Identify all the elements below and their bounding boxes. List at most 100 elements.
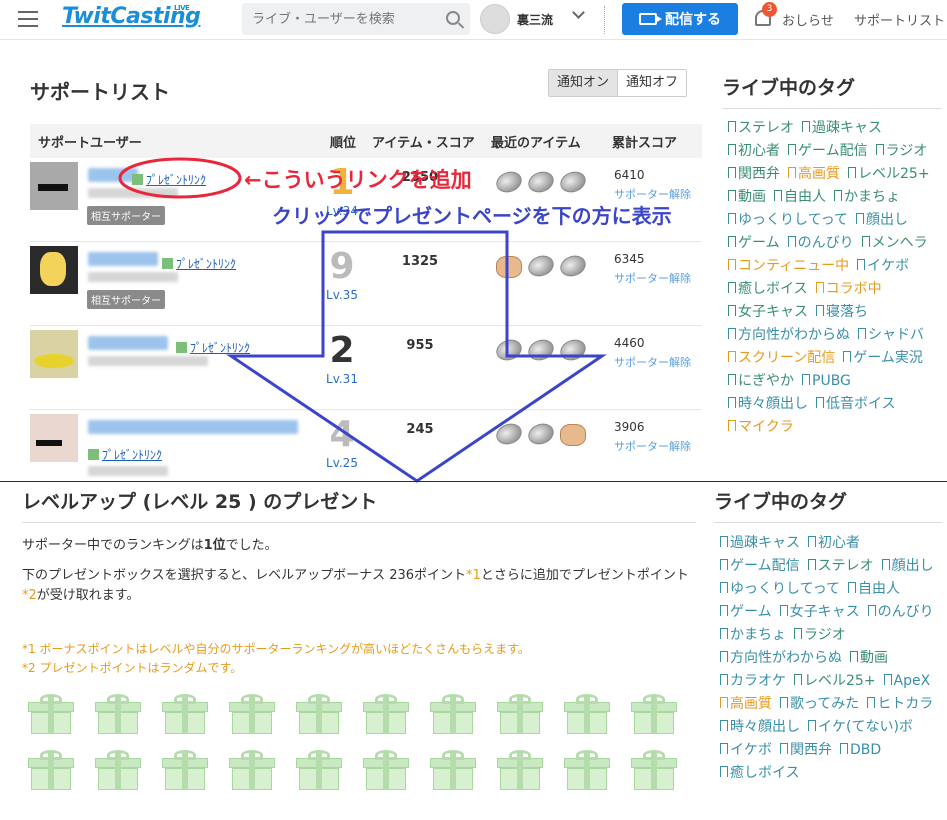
tag-link[interactable]: ゲーム実況 (843, 347, 923, 370)
avatar[interactable] (30, 162, 78, 210)
tag-link[interactable]: 過疎キャス (802, 117, 882, 140)
unsupport-link[interactable]: サポーター解除 (614, 270, 691, 286)
present-box[interactable] (162, 748, 208, 790)
present-link[interactable]: ﾌﾟﾚｾﾞﾝﾄﾘﾝｸ (102, 448, 162, 462)
present-box[interactable] (229, 692, 275, 734)
tag-link[interactable]: ゲーム配信 (720, 555, 800, 578)
tag-link[interactable]: イケボ (857, 255, 909, 278)
present-box[interactable] (296, 748, 342, 790)
tag-link[interactable]: のんびり (868, 601, 934, 624)
tag-link[interactable]: スクリーン配信 (728, 347, 835, 370)
tag-link[interactable]: 初心者 (728, 140, 780, 163)
tag-link[interactable]: DBD (840, 739, 881, 762)
username[interactable]: 裏三流 (517, 11, 553, 28)
tag-link[interactable]: 自由人 (774, 186, 826, 209)
tag-link[interactable]: 癒しボイス (728, 278, 808, 301)
tag-link[interactable]: 女子キャス (728, 301, 808, 324)
tag-link[interactable]: レベル25+ (794, 670, 876, 693)
search-icon[interactable] (446, 11, 460, 25)
tag-link[interactable]: 方向性がわからぬ (728, 324, 850, 347)
tag-link[interactable]: ApeX (884, 670, 931, 693)
broadcast-button[interactable]: 配信する (622, 3, 738, 35)
tag-link[interactable]: 関西弁 (728, 163, 780, 186)
tag-link[interactable]: ラジオ (794, 624, 846, 647)
tag-link[interactable]: 癒しボイス (720, 762, 800, 785)
present-box[interactable] (363, 692, 409, 734)
avatar[interactable] (30, 414, 78, 462)
tag-link[interactable]: ゲーム配信 (788, 140, 868, 163)
tag-link[interactable]: 高画質 (720, 693, 772, 716)
tag-link[interactable]: ゆっくりしてって (720, 578, 840, 601)
present-box[interactable] (363, 748, 409, 790)
present-link[interactable]: ﾌﾟﾚｾﾞﾝﾄﾘﾝｸ (176, 257, 236, 271)
tag-link[interactable]: 歌ってみた (780, 693, 859, 716)
notify-off-button[interactable]: 通知オフ (618, 70, 686, 96)
tag-link[interactable]: かまちょ (720, 624, 786, 647)
notify-on-button[interactable]: 通知オン (549, 70, 619, 96)
tag-link[interactable]: 方向性がわからぬ (720, 647, 842, 670)
tag-link[interactable]: 動画 (728, 186, 766, 209)
avatar[interactable] (30, 246, 78, 294)
tag-link[interactable]: 顔出し (882, 555, 934, 578)
tag-link[interactable]: 自由人 (848, 578, 900, 601)
present-box[interactable] (28, 692, 74, 734)
user-name[interactable] (88, 252, 158, 266)
avatar[interactable] (30, 330, 78, 378)
tag-link[interactable]: 過疎キャス (720, 532, 800, 555)
tag-link[interactable]: ゲーム (720, 601, 772, 624)
tag-link[interactable]: にぎやか (728, 370, 794, 393)
tag-link[interactable]: イケボ (720, 739, 772, 762)
tag-link[interactable]: 顔出し (856, 209, 908, 232)
tag-link[interactable]: 動画 (850, 647, 888, 670)
unsupport-link[interactable]: サポーター解除 (614, 354, 691, 370)
avatar[interactable] (480, 4, 510, 34)
tag-link[interactable]: ステレオ (728, 117, 794, 140)
support-list-link[interactable]: サポートリスト (854, 10, 945, 29)
tag-link[interactable]: コラボ中 (816, 278, 882, 301)
tag-link[interactable]: 初心者 (808, 532, 860, 555)
present-box[interactable] (95, 692, 141, 734)
present-box[interactable] (564, 748, 610, 790)
tag-link[interactable]: コンティニュー中 (728, 255, 849, 278)
present-box[interactable] (430, 692, 476, 734)
user-name[interactable] (88, 420, 298, 434)
present-link[interactable]: ﾌﾟﾚｾﾞﾝﾄﾘﾝｸ (146, 173, 206, 187)
tag-link[interactable]: 時々顔出し (728, 393, 808, 416)
tag-link[interactable]: ステレオ (808, 555, 874, 578)
menu-icon[interactable] (18, 11, 38, 27)
present-link[interactable]: ﾌﾟﾚｾﾞﾝﾄﾘﾝｸ (190, 341, 250, 355)
tag-link[interactable]: ゲーム (728, 232, 780, 255)
notice-link[interactable]: おしらせ (782, 10, 834, 29)
present-box[interactable] (631, 692, 677, 734)
tag-link[interactable]: のんびり (788, 232, 854, 255)
search-input[interactable] (242, 3, 432, 35)
unsupport-link[interactable]: サポーター解除 (614, 438, 691, 454)
present-box[interactable] (497, 692, 543, 734)
tag-link[interactable]: カラオケ (720, 670, 786, 693)
user-name[interactable] (88, 336, 168, 350)
present-box[interactable] (631, 748, 677, 790)
tag-link[interactable]: 関西弁 (780, 739, 832, 762)
tag-link[interactable]: レベル25+ (848, 163, 930, 186)
tag-link[interactable]: メンヘラ (862, 232, 928, 255)
tag-link[interactable]: 高画質 (788, 163, 840, 186)
tag-link[interactable]: かまちょ (834, 186, 900, 209)
tag-link[interactable]: 低音ボイス (816, 393, 896, 416)
tag-link[interactable]: ヒトカラ (867, 693, 933, 716)
tag-link[interactable]: 寝落ち (816, 301, 868, 324)
present-box[interactable] (95, 748, 141, 790)
chevron-down-icon[interactable] (572, 6, 585, 19)
user-name[interactable] (88, 168, 138, 182)
present-box[interactable] (162, 692, 208, 734)
tag-link[interactable]: マイクラ (728, 416, 794, 439)
present-box[interactable] (564, 692, 610, 734)
present-box[interactable] (296, 692, 342, 734)
tag-link[interactable]: ゆっくりしてって (728, 209, 848, 232)
tag-link[interactable]: シャドバ (858, 324, 924, 347)
tag-link[interactable]: ラジオ (876, 140, 928, 163)
present-box[interactable] (497, 748, 543, 790)
present-box[interactable] (28, 748, 74, 790)
present-box[interactable] (229, 748, 275, 790)
tag-link[interactable]: 女子キャス (780, 601, 860, 624)
tag-link[interactable]: 時々顔出し (720, 716, 800, 739)
